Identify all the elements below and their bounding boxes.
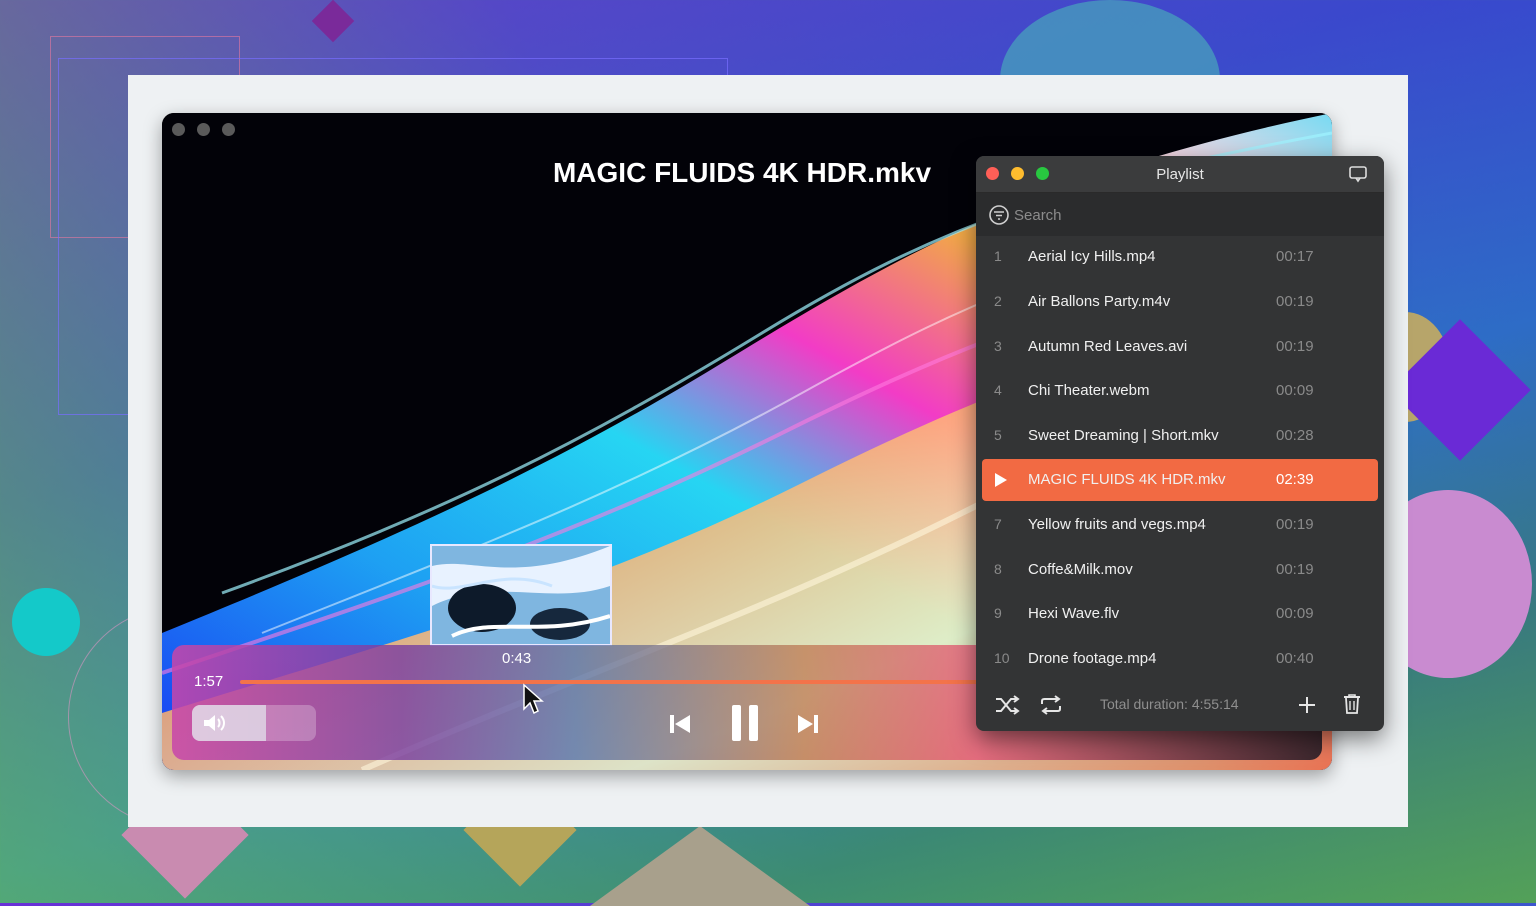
video-title: MAGIC FLUIDS 4K HDR.mkv	[552, 157, 932, 188]
item-number: 9	[994, 605, 1002, 621]
previous-button[interactable]	[667, 711, 693, 742]
item-duration: 00:09	[1276, 605, 1314, 622]
item-duration: 00:19	[1276, 293, 1314, 310]
item-title: MAGIC FLUIDS 4K HDR.mkv	[1028, 471, 1226, 488]
playlist-item[interactable]: 9 Hexi Wave.flv 00:09	[982, 593, 1378, 635]
skip-previous-icon	[670, 715, 690, 733]
item-number: 4	[994, 382, 1002, 398]
item-number: 5	[994, 427, 1002, 443]
search-input[interactable]	[1012, 201, 1376, 229]
item-title: Sweet Dreaming | Short.mkv	[1028, 427, 1219, 444]
item-number: 8	[994, 561, 1002, 577]
pause-button[interactable]	[730, 703, 760, 748]
volume-slider[interactable]	[192, 705, 316, 741]
elapsed-time: 1:57	[194, 673, 224, 690]
playlist-footer: Total duration: 4:55:14	[976, 684, 1384, 731]
item-number: 1	[994, 248, 1002, 264]
mouse-cursor-icon	[523, 683, 544, 715]
item-duration: 00:17	[1276, 248, 1314, 265]
window-control-dot[interactable]	[172, 123, 185, 136]
item-duration: 00:28	[1276, 427, 1314, 444]
item-title: Hexi Wave.flv	[1028, 605, 1120, 622]
playlist-item[interactable]: 7 Yellow fruits and vegs.mp4 00:19	[982, 504, 1378, 546]
playlist-item[interactable]: 1 Aerial Icy Hills.mp4 00:17	[982, 236, 1378, 278]
play-icon	[995, 473, 1007, 487]
item-duration: 00:19	[1276, 561, 1314, 578]
skip-next-icon	[798, 715, 818, 733]
playlist-window: Playlist 1 Aerial Icy Hills.mp4 00:17 2 …	[976, 156, 1384, 731]
shuffle-icon[interactable]	[994, 694, 1020, 716]
item-title: Air Ballons Party.m4v	[1028, 293, 1171, 310]
filter-icon	[989, 205, 1009, 225]
playlist-item[interactable]: 8 Coffe&Milk.mov 00:19	[982, 549, 1378, 591]
item-number: 3	[994, 338, 1002, 354]
playlist-title: Playlist	[1156, 166, 1204, 183]
seek-bar[interactable]	[240, 680, 980, 684]
total-duration: Total duration: 4:55:14	[1100, 696, 1239, 712]
item-duration: 02:39	[1276, 471, 1314, 488]
playlist-item[interactable]: 3 Autumn Red Leaves.avi 00:19	[982, 326, 1378, 368]
seek-preview-thumbnail	[430, 544, 612, 646]
seek-preview-time: 0:43	[502, 650, 532, 667]
playlist-search-bar	[976, 193, 1384, 236]
item-title: Yellow fruits and vegs.mp4	[1028, 516, 1206, 533]
repeat-icon[interactable]	[1038, 694, 1064, 716]
playlist-item-playing[interactable]: MAGIC FLUIDS 4K HDR.mkv 02:39	[982, 459, 1378, 501]
item-duration: 00:19	[1276, 516, 1314, 533]
item-title: Autumn Red Leaves.avi	[1028, 338, 1188, 355]
playlist-item[interactable]: 5 Sweet Dreaming | Short.mkv 00:28	[982, 415, 1378, 457]
item-title: Chi Theater.webm	[1028, 382, 1150, 399]
playlist-item[interactable]: 2 Air Ballons Party.m4v 00:19	[982, 281, 1378, 323]
item-title: Coffe&Milk.mov	[1028, 561, 1133, 578]
trash-icon[interactable]	[1342, 693, 1362, 715]
background-triangle	[590, 826, 810, 906]
item-title: Aerial Icy Hills.mp4	[1028, 248, 1156, 265]
pause-icon	[732, 705, 758, 741]
add-icon[interactable]	[1297, 695, 1317, 715]
background-circle-teal	[12, 588, 80, 656]
mini-player-icon[interactable]	[1348, 165, 1368, 183]
item-duration: 00:40	[1276, 650, 1314, 667]
item-duration: 00:19	[1276, 338, 1314, 355]
item-title: Drone footage.mp4	[1028, 650, 1157, 667]
playlist-item[interactable]: 10 Drone footage.mp4 00:40	[982, 638, 1378, 680]
preview-image	[432, 546, 610, 644]
item-number: 2	[994, 293, 1002, 309]
speaker-icon	[204, 715, 225, 731]
item-duration: 00:09	[1276, 382, 1314, 399]
window-control-dot[interactable]	[222, 123, 235, 136]
item-number: 10	[994, 650, 1010, 666]
item-number: 7	[994, 516, 1002, 532]
playlist-item[interactable]: 4 Chi Theater.webm 00:09	[982, 370, 1378, 412]
next-button[interactable]	[795, 711, 821, 742]
window-control-dot[interactable]	[197, 123, 210, 136]
playlist-titlebar: Playlist	[976, 156, 1384, 193]
